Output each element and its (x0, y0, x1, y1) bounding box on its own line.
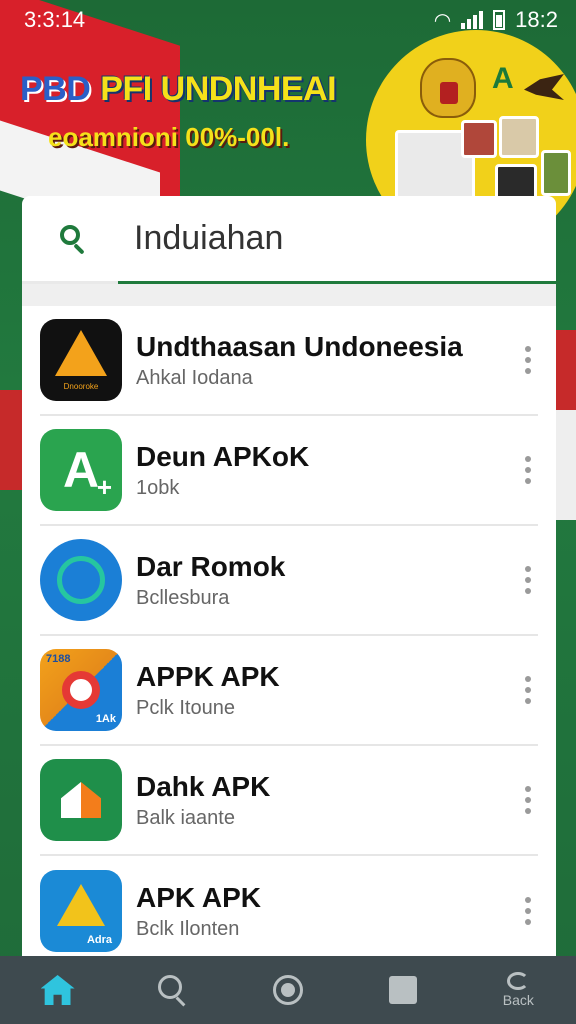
bird-icon (524, 74, 564, 100)
app-icon-label: Adra (86, 934, 112, 946)
app-text: Undthaasan Undoneesia Ahkal Iodana (136, 330, 518, 391)
divider (22, 284, 556, 306)
app-text: Dahk APK Balk iaante (136, 770, 518, 831)
list-item[interactable]: Adra APK APK Bclk Ilonten (40, 856, 538, 966)
search-icon (157, 975, 188, 1007)
status-time: 3:3:14 (24, 7, 86, 32)
search-input[interactable] (134, 219, 514, 258)
circle-home-icon (272, 975, 303, 1005)
search-results-card: Dnooroke Undthaasan Undoneesia Ahkal Iod… (22, 196, 556, 966)
app-icon-label: 1Ak (95, 713, 116, 725)
recents-square-icon (389, 976, 418, 1004)
photo (541, 150, 571, 196)
home-icon (40, 975, 75, 1005)
garuda-emblem-icon (420, 58, 476, 118)
green-a-logo-icon: A (492, 62, 514, 95)
list-item[interactable]: 7188 1Ak APPK APK Pclk Itoune (40, 636, 538, 746)
more-options-icon[interactable] (518, 780, 538, 820)
search-icon[interactable] (50, 217, 94, 261)
banner-tag: PBD (20, 70, 91, 108)
app-icon-label: 7188 (46, 653, 71, 665)
list-item[interactable]: A + Deun APKoK 1obk (40, 416, 538, 526)
more-options-icon[interactable] (518, 340, 538, 380)
search-bar[interactable] (22, 196, 556, 284)
wifi-icon: ◠ (433, 9, 452, 32)
app-text: APK APK Bclk Ilonten (136, 881, 518, 942)
app-list: Dnooroke Undthaasan Undoneesia Ahkal Iod… (22, 306, 556, 966)
house-icon[interactable] (40, 759, 122, 841)
back-label: Back (502, 992, 534, 1008)
search-underline (22, 281, 118, 284)
triangle-a-icon[interactable]: Dnooroke (40, 319, 122, 401)
nav-search[interactable] (133, 960, 213, 1020)
signal-icon (461, 11, 484, 29)
list-item[interactable]: Dahk APK Balk iaante (40, 746, 538, 856)
more-options-icon[interactable] (518, 560, 538, 600)
list-item[interactable]: Dar Romok Bcllesbura (40, 526, 538, 636)
app-icon-label: Dnooroke (63, 382, 99, 391)
app-text: APPK APK Pclk Itoune (136, 660, 518, 721)
app-name: Dar Romok (136, 550, 286, 582)
banner-subtitle: eoamnioni 00%-00l. (48, 122, 290, 152)
photo (461, 120, 497, 158)
app-text: Deun APKoK 1obk (136, 440, 518, 501)
app-name: APPK APK (136, 660, 280, 692)
banner-title: PBD PFI UNDNHEAI (20, 70, 337, 109)
more-options-icon[interactable] (518, 891, 538, 931)
promo-banner[interactable]: PBD PFI UNDNHEAI eoamnioni 00%-00l. A (0, 40, 576, 204)
app-subtitle: Ahkal Iodana (136, 367, 253, 390)
app-subtitle: 1obk (136, 477, 180, 500)
status-clock: 18:2 (515, 7, 558, 32)
status-icons: ◠ 18:2 (434, 7, 558, 33)
app-name: Deun APKoK (136, 440, 310, 472)
red-circle-icon[interactable]: 7188 1Ak (40, 649, 122, 731)
app-name: Dahk APK (136, 770, 271, 802)
nav-home[interactable] (18, 960, 98, 1020)
app-subtitle: Pclk Itoune (136, 697, 235, 720)
banner-title-text: PFI UNDNHEAI (100, 70, 337, 108)
app-subtitle: Bcllesbura (136, 587, 230, 610)
battery-icon (493, 10, 506, 30)
app-text: Dar Romok Bcllesbura (136, 550, 518, 611)
back-icon (507, 972, 530, 990)
multicolor-a-icon[interactable]: Adra (40, 870, 122, 952)
photo (499, 116, 539, 158)
app-subtitle: Bclk Ilonten (136, 918, 240, 941)
app-name: APK APK (136, 881, 261, 913)
nav-recents[interactable] (363, 960, 443, 1020)
green-a-icon[interactable]: A + (40, 429, 122, 511)
nav-home-circle[interactable] (248, 960, 328, 1020)
more-options-icon[interactable] (518, 450, 538, 490)
nav-back[interactable]: Back (478, 960, 558, 1020)
bottom-navigation: Back (0, 956, 576, 1024)
list-item[interactable]: Dnooroke Undthaasan Undoneesia Ahkal Iod… (40, 306, 538, 416)
chat-bubble-icon[interactable] (40, 539, 122, 621)
more-options-icon[interactable] (518, 670, 538, 710)
status-bar: 3:3:14 ◠ 18:2 (0, 0, 576, 40)
app-name: Undthaasan Undoneesia (136, 330, 463, 362)
app-subtitle: Balk iaante (136, 807, 235, 830)
